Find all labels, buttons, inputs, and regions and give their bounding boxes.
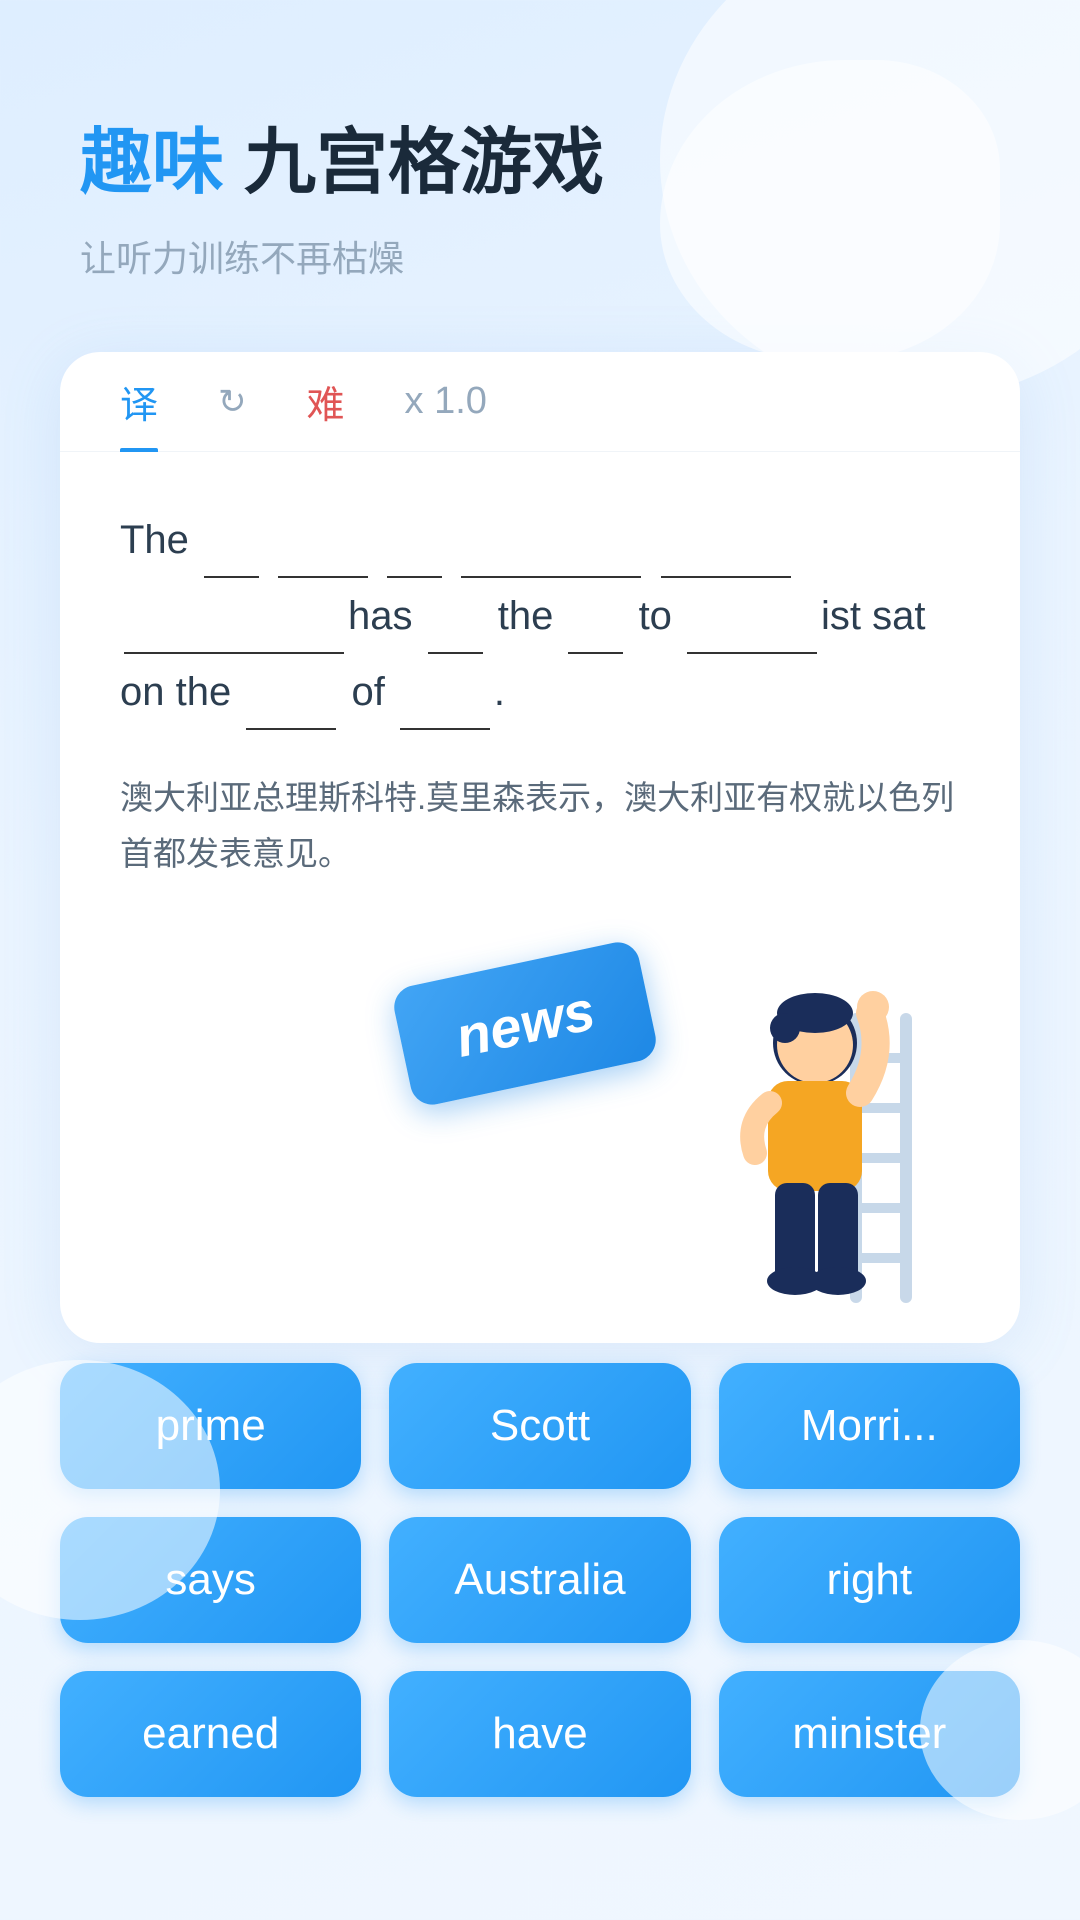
person-illustration bbox=[660, 933, 940, 1303]
blank-9 bbox=[687, 610, 817, 654]
blank-5 bbox=[661, 534, 791, 578]
blank-1 bbox=[204, 534, 259, 578]
blank-4 bbox=[461, 534, 641, 578]
word-btn-scott[interactable]: Scott bbox=[389, 1363, 690, 1489]
content-area: The has the to ist sat on the of . 澳大利亚总… bbox=[60, 452, 1020, 912]
word-btn-says[interactable]: says bbox=[60, 1517, 361, 1643]
word-btn-australia[interactable]: Australia bbox=[389, 1517, 690, 1643]
tab-bar: 译 ↻ 难 x 1.0 bbox=[60, 352, 1020, 452]
blank-7 bbox=[428, 610, 483, 654]
word-btn-morrison[interactable]: Morri... bbox=[719, 1363, 1020, 1489]
word-btn-right[interactable]: right bbox=[719, 1517, 1020, 1643]
tab-difficulty[interactable]: 难 bbox=[307, 352, 345, 452]
title-dark: 九宫格游戏 bbox=[244, 120, 604, 206]
page-title: 趣味 九宫格游戏 bbox=[80, 120, 1000, 206]
blank-2 bbox=[278, 534, 368, 578]
page-subtitle: 让听力训练不再枯燥 bbox=[80, 230, 1000, 282]
translation-text: 澳大利亚总理斯科特.莫里森表示，澳大利亚有权就以色列首都发表意见。 bbox=[120, 770, 960, 882]
blank-3 bbox=[387, 534, 442, 578]
main-card: 译 ↻ 难 x 1.0 The has the to ist sat on th… bbox=[60, 352, 1020, 1342]
tab-refresh[interactable]: ↻ bbox=[218, 352, 247, 452]
title-blue: 趣味 bbox=[80, 120, 224, 206]
word-grid: prime Scott Morri... says Australia righ… bbox=[0, 1363, 1080, 1837]
word-btn-minister[interactable]: minister bbox=[719, 1671, 1020, 1797]
tab-speed[interactable]: x 1.0 bbox=[405, 352, 487, 452]
refresh-icon: ↻ bbox=[218, 382, 247, 422]
word-btn-prime[interactable]: prime bbox=[60, 1363, 361, 1489]
header: 趣味 九宫格游戏 让听力训练不再枯燥 bbox=[0, 0, 1080, 322]
word-btn-earned[interactable]: earned bbox=[60, 1671, 361, 1797]
sentence-text: The has the to ist sat on the of . bbox=[120, 502, 960, 730]
blank-10 bbox=[246, 686, 336, 730]
news-card: news bbox=[390, 938, 660, 1108]
blank-11 bbox=[400, 686, 490, 730]
blank-6 bbox=[124, 610, 344, 654]
illustration-area: news bbox=[60, 923, 1020, 1303]
tab-translate[interactable]: 译 bbox=[120, 352, 158, 452]
word-btn-have[interactable]: have bbox=[389, 1671, 690, 1797]
blank-8 bbox=[568, 610, 623, 654]
